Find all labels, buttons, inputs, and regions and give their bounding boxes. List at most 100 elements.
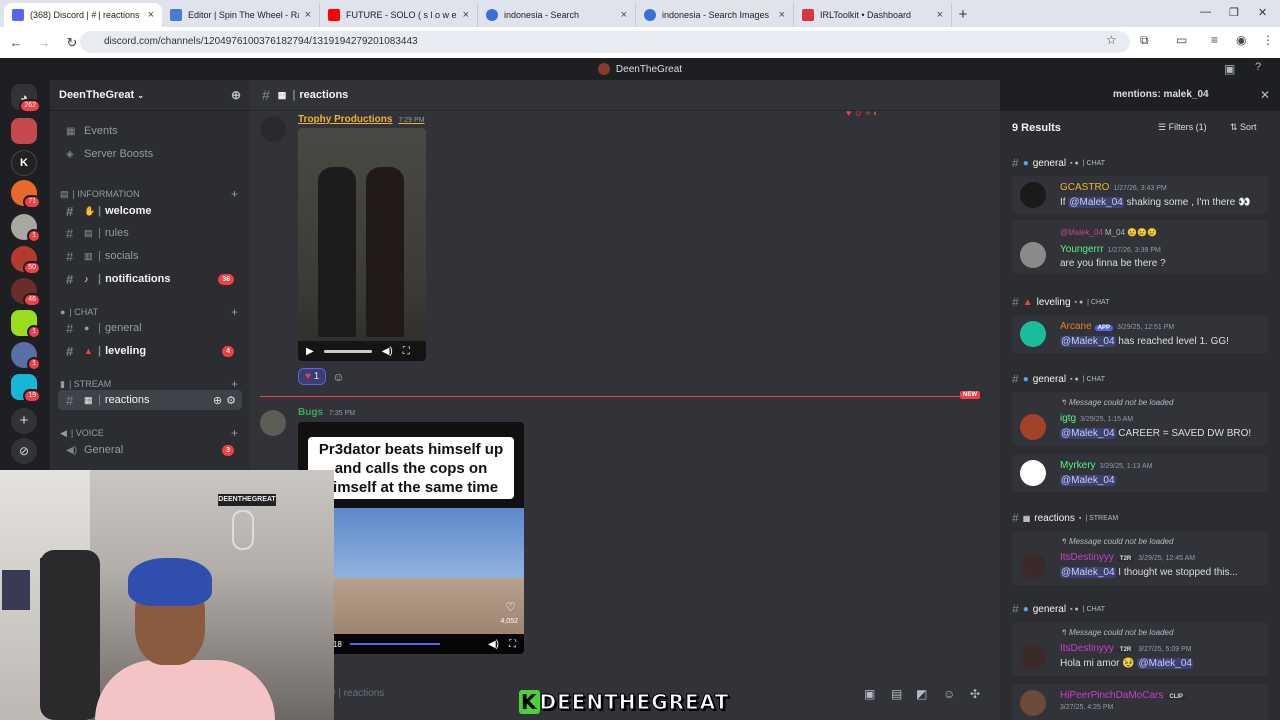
browser-tab-youtube[interactable]: FUTURE - SOLO ( s l o w e d × bbox=[320, 3, 478, 27]
fullscreen-icon[interactable]: ⛶ bbox=[509, 639, 516, 650]
filters-button[interactable]: ☰ Filters (1) bbox=[1158, 122, 1207, 133]
channel-reactions[interactable]: # ▦ | reactions ⊕ ⚙ bbox=[58, 390, 242, 410]
message-author[interactable]: Bugs 7:35 PM bbox=[298, 407, 355, 418]
channel-socials[interactable]: # ▥ | socials bbox=[58, 246, 242, 266]
add-reaction-icon[interactable]: ☺ bbox=[332, 370, 344, 384]
add-channel-icon[interactable]: + bbox=[231, 377, 238, 391]
emoji-icon[interactable]: ☺ bbox=[943, 687, 955, 701]
channel-general[interactable]: # ● | general bbox=[58, 318, 242, 338]
server-icon[interactable]: 46 bbox=[11, 278, 41, 307]
forward-icon[interactable]: → bbox=[32, 35, 56, 50]
close-tab-icon[interactable]: × bbox=[779, 9, 785, 21]
sort-button[interactable]: ⇅ Sort bbox=[1230, 122, 1257, 133]
invite-icon[interactable]: ⊕ bbox=[231, 88, 241, 102]
result-group-header[interactable]: # ▦ reactions ▪ | STREAM bbox=[1012, 511, 1118, 525]
close-search-icon[interactable]: ✕ bbox=[1260, 88, 1270, 102]
heart-icon[interactable]: ♡ bbox=[505, 600, 516, 614]
video-attachment[interactable]: ▶ ◀) ⛶ bbox=[298, 128, 426, 361]
browser-tab-search[interactable]: indonesia - Search × bbox=[478, 3, 636, 27]
extensions-icon[interactable]: ⧉ bbox=[1140, 33, 1149, 48]
result-author: Arcane APP 3/29/25, 12:51 PM bbox=[1060, 321, 1175, 332]
play-icon[interactable]: ▶ bbox=[306, 346, 314, 357]
search-result[interactable]: ↰ Message could not be loaded ItsDestiny… bbox=[1012, 622, 1268, 676]
invite-member-icon[interactable]: ⊕ bbox=[213, 394, 222, 407]
search-result[interactable]: ↰ Message could not be loaded igtg 3/29/2… bbox=[1012, 392, 1268, 446]
message-author[interactable]: Trophy Productions 7:29 PM bbox=[298, 114, 425, 125]
search-result[interactable]: Arcane APP 3/29/25, 12:51 PM @Malek_04 has… bbox=[1012, 315, 1268, 353]
search-result[interactable]: GCASTRO 1/27/26, 3:43 PM If @Malek_04 sha… bbox=[1012, 176, 1268, 214]
message-reactions-preview[interactable]: ♥ ☺ ≈ ◐ bbox=[846, 108, 878, 118]
channel-leveling[interactable]: # ▲ | leveling 4 bbox=[58, 341, 242, 361]
category-chat[interactable]: ● | CHAT + bbox=[60, 305, 244, 319]
close-tab-icon[interactable]: × bbox=[148, 9, 154, 21]
add-channel-icon[interactable]: + bbox=[231, 187, 238, 201]
channel-welcome[interactable]: # ✋ | welcome bbox=[58, 201, 242, 221]
profile-icon[interactable]: ◉ bbox=[1236, 33, 1246, 47]
server-icon[interactable]: K bbox=[11, 150, 37, 176]
avatar[interactable] bbox=[260, 116, 286, 142]
apps-icon[interactable]: ✣ bbox=[970, 687, 980, 701]
channel-rules[interactable]: # ▤ | rules bbox=[58, 223, 242, 243]
close-tab-icon[interactable]: × bbox=[621, 9, 627, 21]
fullscreen-icon[interactable]: ⛶ bbox=[403, 346, 410, 357]
avatar[interactable] bbox=[260, 410, 286, 436]
discover-icon[interactable]: ⊘ bbox=[11, 438, 37, 464]
bookmark-star-icon[interactable]: ☆ bbox=[1106, 33, 1117, 47]
server-icon[interactable]: 71 bbox=[11, 180, 41, 209]
add-channel-icon[interactable]: + bbox=[231, 305, 238, 319]
result-group-header[interactable]: # ● general ▪ ● | CHAT bbox=[1012, 602, 1105, 616]
result-group-header[interactable]: # ● general ▪ ● | CHAT bbox=[1012, 372, 1105, 386]
cast-icon[interactable]: ▭ bbox=[1176, 33, 1187, 47]
category-voice[interactable]: ◀ | VOICE + bbox=[60, 426, 244, 440]
browser-tab-discord[interactable]: (368) Discord | # | reactions × bbox=[4, 3, 162, 27]
server-icon[interactable]: 1 bbox=[11, 342, 41, 371]
close-window-icon[interactable]: ✕ bbox=[1258, 6, 1267, 19]
back-icon[interactable]: ← bbox=[4, 35, 28, 50]
close-tab-icon[interactable]: × bbox=[305, 9, 311, 21]
close-tab-icon[interactable]: × bbox=[463, 9, 469, 21]
server-icon[interactable]: 1 bbox=[11, 310, 41, 339]
new-tab-button[interactable]: + bbox=[952, 6, 974, 23]
result-group-header[interactable]: # ▲ leveling ▪ ● | CHAT bbox=[1012, 295, 1109, 309]
voice-channel-general[interactable]: ◀) General 3 bbox=[58, 440, 242, 460]
volume-icon[interactable]: ◀) bbox=[488, 639, 499, 650]
url-field[interactable]: discord.com/channels/1204976100376182794… bbox=[80, 31, 1130, 53]
server-icon[interactable]: 1 bbox=[11, 214, 41, 243]
search-result[interactable]: @Malek_04 M_04 😢😢😢 Youngerrr 1/27/26, 3:3… bbox=[1012, 220, 1268, 274]
gif-icon[interactable]: ▤ bbox=[891, 687, 902, 701]
heart-reaction[interactable]: ♥ 1 bbox=[298, 368, 327, 385]
browser-tab-wheel[interactable]: Editor | Spin The Wheel - Random× bbox=[162, 3, 320, 27]
gear-icon[interactable]: ⚙ bbox=[226, 394, 236, 407]
help-icon[interactable]: ? bbox=[1255, 61, 1261, 73]
search-result[interactable]: HiPeerPinchDaMoCars CLIP 3/27/25, 4:25 PM bbox=[1012, 684, 1268, 720]
menu-icon[interactable]: ⋮ bbox=[1262, 33, 1274, 47]
seek-bar[interactable] bbox=[349, 643, 440, 645]
category-stream[interactable]: ▮ | STREAM + bbox=[60, 377, 244, 391]
browser-tab-irltoolkit[interactable]: IRLToolkit • Dashboard × bbox=[794, 3, 952, 27]
search-result[interactable]: Myrkery 3/29/25, 1:13 AM @Malek_04 bbox=[1012, 454, 1268, 492]
server-icon[interactable]: 19 bbox=[11, 374, 41, 403]
media-icon[interactable]: ≡ bbox=[1211, 33, 1218, 47]
sticker-icon[interactable]: ◩ bbox=[916, 687, 927, 701]
minimize-icon[interactable]: — bbox=[1200, 6, 1211, 18]
channel-notifications[interactable]: # ♪ | notifications 36 bbox=[58, 269, 242, 289]
gift-icon[interactable]: ▣ bbox=[864, 687, 875, 701]
server-icon[interactable]: 50 bbox=[11, 246, 41, 275]
add-server-button[interactable]: + bbox=[11, 408, 37, 434]
result-group-header[interactable]: # ● general ▪ ● | CHAT bbox=[1012, 156, 1105, 170]
volume-icon[interactable]: ◀) bbox=[382, 346, 393, 357]
search-input[interactable]: mentions: malek_04 bbox=[1113, 89, 1209, 100]
category-information[interactable]: ▤ | INFORMATION + bbox=[60, 187, 244, 201]
inbox-icon[interactable]: ▣ bbox=[1224, 62, 1235, 76]
server-header[interactable]: DeenTheGreat ⌄ ⊕ bbox=[50, 80, 250, 111]
server-boosts-item[interactable]: ◈ Server Boosts bbox=[58, 144, 242, 164]
server-icon[interactable] bbox=[11, 118, 37, 144]
maximize-icon[interactable]: ❐ bbox=[1229, 6, 1239, 19]
seek-bar[interactable] bbox=[323, 349, 372, 353]
direct-messages-button[interactable]: ◕ 262 bbox=[11, 84, 41, 113]
close-tab-icon[interactable]: × bbox=[937, 9, 943, 21]
add-channel-icon[interactable]: + bbox=[231, 426, 238, 440]
browser-tab-images[interactable]: indonesia - Search Images × bbox=[636, 3, 794, 27]
search-result[interactable]: ↰ Message could not be loaded ItsDestiny… bbox=[1012, 531, 1268, 585]
events-item[interactable]: ▦ Events bbox=[58, 121, 242, 141]
